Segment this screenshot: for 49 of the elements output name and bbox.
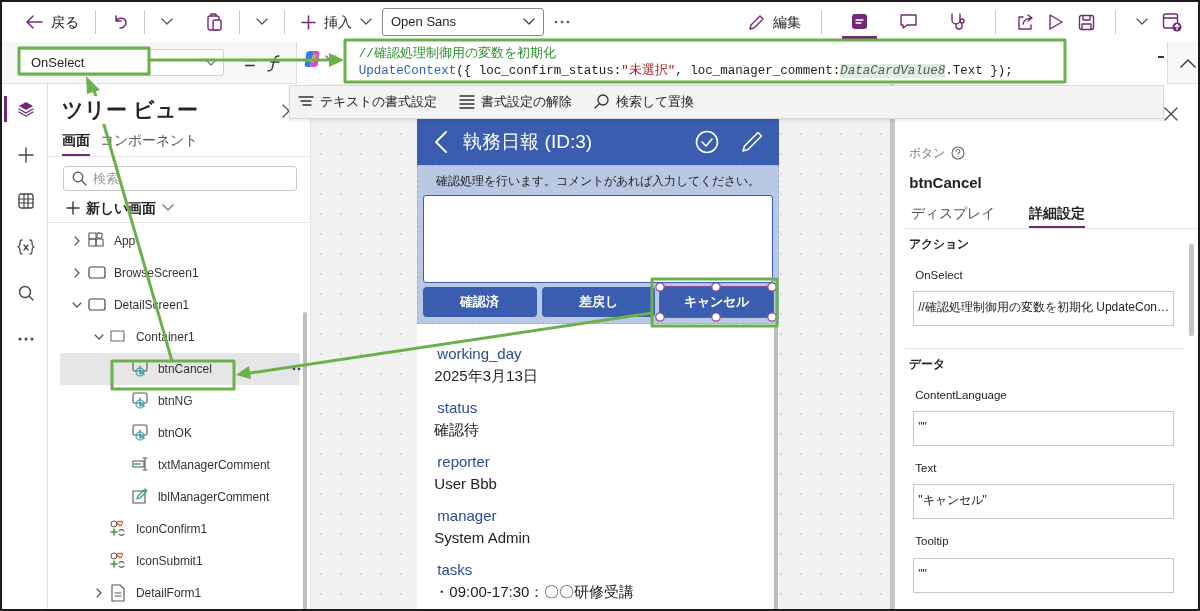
tree-item[interactable]: App xyxy=(59,225,301,257)
field-value: System Admin xyxy=(434,528,532,548)
app-button[interactable]: キャンセル xyxy=(660,287,774,317)
field-label: working_day xyxy=(437,344,523,364)
panel-title: ツリー ビュー xyxy=(61,96,198,124)
tree-item[interactable]: btnNG xyxy=(59,385,301,417)
format-toolbar-button[interactable]: 書式設定の解除 xyxy=(459,92,572,112)
field-label: status xyxy=(437,398,479,418)
app-button[interactable]: 差戻し xyxy=(541,287,655,317)
tree-item[interactable]: lblManagerComment xyxy=(59,481,301,513)
field-label: tasks xyxy=(437,560,474,580)
property-field[interactable]: //確認処理制御用の変数を初期化 UpdateCon… xyxy=(913,290,1174,326)
section-title: アクション xyxy=(909,235,971,253)
field-label: reporter xyxy=(437,452,491,472)
control-name: btnCancel xyxy=(909,173,983,193)
format-toolbar-button[interactable]: テキストの書式設定 xyxy=(298,92,437,112)
tab[interactable]: 画面 xyxy=(61,128,90,156)
property-field[interactable]: "" xyxy=(913,557,1174,593)
field-value: 確認待 xyxy=(434,420,481,440)
field-value: User Bbb xyxy=(434,474,498,494)
field-label: manager xyxy=(437,506,498,526)
property-label: Text xyxy=(915,461,938,476)
code-line[interactable]: UpdateContext({ loc_confirm_status:"未選択", loc_manager_comment:DataCardValue8.Text }); xyxy=(358,62,1013,80)
tree-item[interactable]: IconSubmit1 xyxy=(59,545,301,577)
property-field[interactable]: "" xyxy=(913,411,1174,446)
screen-title: 執務日報 (ID:3) xyxy=(463,129,593,154)
code-line[interactable]: //確認処理制御用の変数を初期化 xyxy=(358,45,1013,63)
field-value: 2025年3月13日 xyxy=(434,366,539,386)
back-button[interactable]: 戻る xyxy=(26,11,79,33)
property-label: OnSelect xyxy=(915,267,964,283)
prompt-text: 確認処理を行います。コメントがあれば入力してください。 xyxy=(435,173,762,190)
app-button[interactable]: 確認済 xyxy=(423,287,537,317)
tree-item[interactable]: txtManagerComment xyxy=(59,449,301,481)
property-field[interactable]: "キャンセル" xyxy=(913,484,1174,520)
tree-item[interactable]: btnCancel xyxy=(59,353,301,385)
field-value: ・09:00-17:30：〇〇研修受講 xyxy=(434,582,636,602)
tab[interactable]: ディスプレイ xyxy=(911,202,996,228)
property-label: ContentLanguage xyxy=(915,387,1008,403)
tree-item[interactable]: btnOK xyxy=(59,417,301,449)
edit-button[interactable]: 編集 xyxy=(748,11,801,33)
font-dropdown[interactable]: Open Sans xyxy=(382,8,544,36)
tree-item[interactable]: DetailForm1 xyxy=(59,577,301,609)
format-toolbar-button[interactable]: 検索して置換 xyxy=(594,92,694,112)
tree-item[interactable]: IconConfirm1 xyxy=(59,513,301,545)
tab[interactable]: 詳細設定 xyxy=(1029,202,1086,228)
control-type: ボタン xyxy=(909,145,946,162)
property-label: Tooltip xyxy=(915,534,950,550)
section-title: データ xyxy=(909,355,947,373)
insert-button[interactable]: 挿入 xyxy=(301,11,372,33)
